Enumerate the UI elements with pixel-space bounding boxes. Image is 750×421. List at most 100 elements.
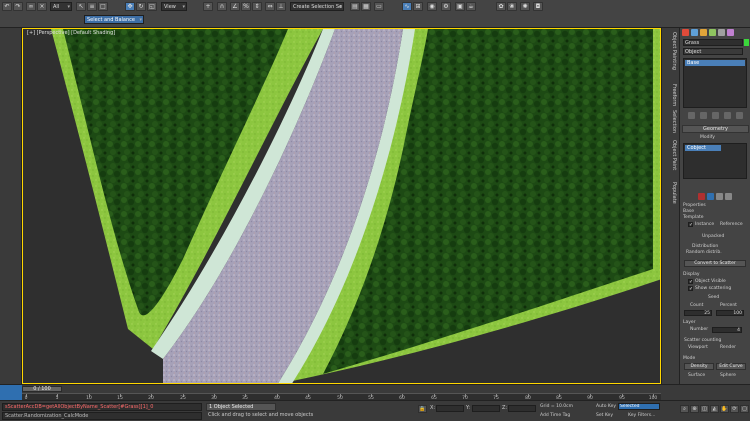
density-button[interactable]: Density [684,363,714,370]
angle-snap-button[interactable]: ∠ [230,2,240,11]
sphere-label: Sphere [720,373,736,378]
pick-item-icon[interactable] [716,193,723,200]
orbit-button[interactable]: ⟳ [730,405,739,413]
pan-button[interactable]: ✋ [720,405,729,413]
scene-explorer-button[interactable]: ▤ [350,2,360,11]
render-button[interactable]: ☕ [466,2,476,11]
select-scale-button[interactable]: ◱ [147,2,157,11]
percent-snap-button[interactable]: % [241,2,251,11]
list-options-icon[interactable] [725,193,732,200]
render-setup-button[interactable]: ⚙ [441,2,451,11]
rendered-frame-button[interactable]: ▣ [455,2,465,11]
display-tab-icon[interactable] [718,29,725,36]
maxscript-listener-line1[interactable]: sScatterAccDB=getAllObjectByName_Scatter… [2,403,202,411]
viewport-label[interactable]: [+] [Perspective] [Default Shading] [27,30,115,36]
undo-icon: ↶ [4,3,10,10]
auto-key-button[interactable]: Auto Key [596,404,616,409]
selected-set-dropdown[interactable]: Selected [618,403,660,410]
align-button[interactable]: ⊥ [276,2,286,11]
utilities-tab-icon[interactable] [727,29,734,36]
stack-item-selected[interactable]: Base [685,60,745,66]
create-tab-icon[interactable] [682,29,689,36]
lock-selection-button[interactable]: 🔒 [418,405,427,413]
schematic-view-button[interactable]: ⊞ [413,2,423,11]
timeline-mini-button[interactable] [0,385,22,401]
vray-fb-button[interactable]: ❀ [507,2,517,11]
material-editor-button[interactable]: ◉ [427,2,437,11]
vray-lights-button[interactable]: ✺ [520,2,530,11]
unlink-button[interactable]: × [37,2,47,11]
make-unique-icon[interactable] [712,112,719,119]
zoom-extents-button[interactable]: ◫ [700,405,709,413]
modify-tab-icon[interactable] [691,29,698,36]
convert-to-scatter-button[interactable]: Convert to Scatter [684,260,746,267]
count-label: Count [690,303,704,308]
show-scattering-checkbox[interactable]: ✓ [688,286,693,292]
geometry-rollout-header[interactable]: Geometry [682,125,749,133]
object-dropdown[interactable]: Select and Balance [84,15,144,24]
configure-sets-icon[interactable] [736,112,743,119]
tab-freeform[interactable]: Freeform [665,84,677,106]
time-slider[interactable]: 0 / 100 [22,386,62,392]
object-list[interactable]: Cobject [683,143,747,179]
select-rotate-button[interactable]: ↻ [136,2,146,11]
perspective-viewport[interactable]: [+] [Perspective] [Default Shading] [22,28,661,384]
show-end-result-icon[interactable] [700,112,707,119]
select-object-button[interactable]: ↖ [76,2,86,11]
percent-spinner[interactable]: 100 [716,310,744,316]
object-list-item[interactable]: Cobject [685,145,721,151]
undo-button[interactable]: ↶ [2,2,12,11]
zoom-all-button[interactable]: ⊕ [690,405,699,413]
timeline-track[interactable]: 0 5 10 15 20 25 30 35 40 45 50 55 60 65 70 75 80 85 90 95 10… [22,393,661,401]
snap-button[interactable]: ∩ [217,2,227,11]
modifier-list-dropdown[interactable]: Object [683,48,743,55]
remove-item-icon[interactable] [698,193,705,200]
object-visible-checkbox[interactable]: ✓ [688,279,693,285]
select-move-button[interactable]: ✥ [125,2,135,11]
add-item-icon[interactable] [707,193,714,200]
tab-selection[interactable]: Selection [665,110,677,133]
add-time-tag[interactable]: Add Time Tag [540,413,570,418]
modifier-stack[interactable]: Base [683,58,747,108]
select-by-name-button[interactable]: ≡ [87,2,97,11]
hierarchy-tab-icon[interactable] [700,29,707,36]
ribbon-icon: ▭ [376,3,382,10]
object-name-field[interactable]: Grass [683,39,743,46]
vray-camera-button[interactable]: ◘ [533,2,543,11]
tab-populate[interactable]: Populate [665,182,677,204]
y-coord-field[interactable] [472,405,500,412]
spinner-snap-button[interactable]: ⇕ [252,2,262,11]
named-selection-dropdown[interactable]: Create Selection Se [290,2,344,11]
vray-button[interactable]: ✿ [496,2,506,11]
fov-button[interactable]: ◭ [710,405,719,413]
mirror-button[interactable]: ⇔ [265,2,275,11]
command-panel: Grass Object Base Geometry Modify Cobjec… [679,28,750,384]
number-spinner[interactable]: 4 [712,327,742,333]
tab-object-painting[interactable]: Object Painting [665,32,677,70]
pivot-button[interactable]: + [203,2,213,11]
maxscript-listener-line2[interactable]: Scatter.Randomization_CalcMode [2,412,202,420]
instance-checkbox[interactable]: ✓ [688,222,693,228]
redo-button[interactable]: ↷ [13,2,23,11]
ribbon-button[interactable]: ▭ [374,2,384,11]
motion-tab-icon[interactable] [709,29,716,36]
count-spinner[interactable]: 25 [684,310,712,316]
edit-curve-button[interactable]: Edit Curve [716,363,746,370]
pin-stack-icon[interactable] [688,112,695,119]
selection-filter-dropdown[interactable]: All [50,2,72,11]
object-color-swatch[interactable] [744,39,749,46]
z-coord-field[interactable] [508,405,536,412]
rect-icon: □ [100,3,106,10]
zoom-button[interactable]: ⌕ [680,405,689,413]
x-coord-field[interactable] [436,405,464,412]
set-key-button[interactable]: Set Key [596,413,613,418]
remove-modifier-icon[interactable] [724,112,731,119]
link-button[interactable]: ∞ [26,2,36,11]
key-filters-button[interactable]: Key Filters... [628,413,655,418]
maximize-viewport-button[interactable]: ▢ [740,405,749,413]
layer-explorer-button[interactable]: ▦ [361,2,371,11]
view-dropdown[interactable]: View [161,2,187,11]
curve-editor-button[interactable]: ∿ [402,2,412,11]
rect-selection-button[interactable]: □ [98,2,108,11]
tab-object-paint[interactable]: Object Paint [665,140,677,170]
